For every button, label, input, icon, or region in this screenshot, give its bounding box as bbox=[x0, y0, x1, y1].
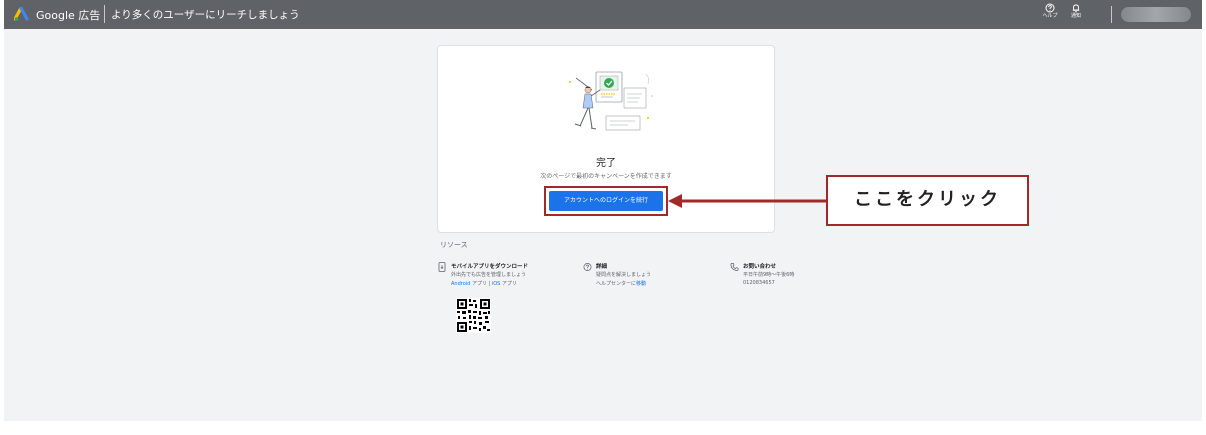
celebration-illustration bbox=[569, 71, 653, 131]
notifications-button[interactable]: 通知 bbox=[1064, 3, 1088, 27]
account-switcher[interactable] bbox=[1121, 7, 1191, 22]
toolbar-divider bbox=[1111, 6, 1112, 23]
android-link[interactable]: Android bbox=[451, 281, 470, 287]
contact-title: お問い合わせ bbox=[743, 264, 777, 270]
brand-name[interactable]: Google 広告 bbox=[36, 7, 100, 23]
completion-title: 完了 bbox=[596, 158, 616, 169]
completion-subtitle: 次のページで最初のキャンペーンを作成できます bbox=[540, 173, 672, 180]
ios-suffix: アプリ bbox=[501, 281, 517, 287]
app-window: Google 広告 より多くのユーザーにリーチしましょう ヘルプ 通知 完了 次… bbox=[4, 0, 1202, 421]
help-button[interactable]: ヘルプ bbox=[1038, 3, 1062, 27]
annotation-arrow-icon bbox=[668, 194, 826, 208]
qr-code-icon bbox=[456, 298, 491, 333]
phone-icon bbox=[730, 263, 739, 271]
help-label: ヘルプ bbox=[1042, 13, 1058, 19]
help-icon bbox=[1045, 3, 1055, 13]
ios-link[interactable]: iOS bbox=[492, 281, 501, 287]
click-here-callout: ここをクリック bbox=[826, 175, 1029, 226]
notifications-label: 通知 bbox=[1070, 13, 1081, 19]
help-center-link[interactable]: 移動 bbox=[636, 281, 646, 287]
brand-divider bbox=[104, 5, 105, 23]
mobile-download-icon bbox=[438, 262, 446, 272]
google-ads-logo-icon bbox=[14, 7, 29, 21]
help-center-line: ヘルプセンターに移動 bbox=[596, 280, 646, 287]
continue-login-button[interactable]: アカウントへのログインを続行 bbox=[549, 191, 663, 211]
mobile-app-title: モバイルアプリをダウンロード bbox=[451, 264, 529, 270]
contact-phone[interactable]: 0120834657 bbox=[743, 280, 775, 286]
android-suffix: アプリ bbox=[471, 281, 487, 287]
app-links: Android アプリ | iOS アプリ bbox=[451, 280, 517, 287]
contact-hours: 平日午前9時〜午後6時 bbox=[743, 272, 795, 278]
help-circle-icon bbox=[583, 263, 592, 271]
bell-icon bbox=[1072, 4, 1080, 13]
details-desc: 疑問点を解決しましょう bbox=[596, 272, 652, 278]
mobile-app-desc: 外出先でも広告を管理しましょう bbox=[451, 272, 527, 278]
resources-heading: リソース bbox=[440, 241, 468, 249]
page-headline: より多くのユーザーにリーチしましょう bbox=[111, 9, 300, 21]
link-separator: | bbox=[488, 281, 491, 287]
details-title: 詳細 bbox=[596, 264, 608, 270]
top-bar: Google 広告 より多くのユーザーにリーチしましょう ヘルプ 通知 bbox=[4, 0, 1202, 29]
help-center-prefix: ヘルプセンターに bbox=[596, 281, 637, 287]
